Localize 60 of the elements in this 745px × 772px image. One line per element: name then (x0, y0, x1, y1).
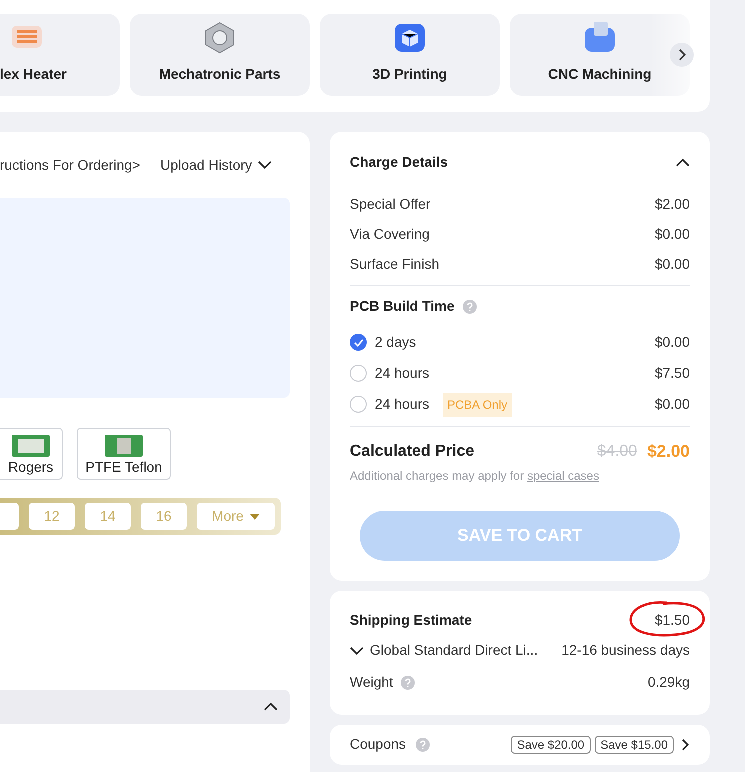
caret-down-icon (250, 514, 260, 520)
collapse-bar[interactable] (0, 690, 290, 724)
section-title: Charge Details (350, 153, 448, 172)
category-tile[interactable]: lex Heater (0, 14, 120, 96)
chevron-down-icon (258, 160, 272, 170)
help-icon (401, 676, 416, 690)
chevron-right-icon (678, 49, 686, 61)
upload-history-dropdown[interactable]: Upload History (160, 154, 272, 176)
shipping-method-dropdown[interactable]: Global Standard Direct Li... (350, 640, 538, 661)
radio-button[interactable] (350, 365, 367, 382)
category-label: lex Heater (0, 65, 67, 84)
charge-value: $2.00 (654, 194, 690, 214)
chevron-button[interactable] (682, 738, 690, 750)
original-price: $4.00 (597, 442, 638, 462)
section-title: Shipping Estimate (350, 611, 472, 630)
category-label: 3D Printing (372, 65, 448, 84)
category-label: Mechatronic Parts (159, 65, 281, 84)
option-price: $7.50 (654, 364, 690, 383)
check-icon (354, 338, 364, 346)
circuit-board-icon (12, 435, 50, 457)
note-text: Additional charges may apply for special cases (350, 468, 600, 484)
price-label: Calculated Price (350, 442, 474, 462)
option-price: $0.00 (654, 395, 690, 414)
radio-button[interactable] (350, 334, 367, 351)
option-label: 24 hours (375, 395, 430, 414)
circuit-board-icon (105, 435, 143, 457)
chevron-up-icon (264, 702, 278, 712)
shipping-price: $1.50 (654, 611, 690, 630)
category-label: CNC Machining (548, 65, 652, 84)
price: $2.00 (647, 441, 690, 463)
weight-label: Weight (350, 673, 394, 692)
option-price: $0.00 (654, 333, 690, 352)
radio-button[interactable] (350, 396, 367, 413)
tag: PCBA Only (443, 392, 512, 416)
option-label: 24 hours (375, 364, 430, 383)
option-label: 2 days (375, 333, 416, 352)
coupon-tag[interactable]: Save $20.00 (511, 736, 591, 754)
thickness-option[interactable] (0, 503, 19, 530)
chevron-up-icon (676, 158, 690, 168)
weight-value: 0.29kg (648, 673, 690, 692)
coupon-tag[interactable]: Save $15.00 (594, 736, 674, 754)
charge-label: Via Covering (350, 224, 430, 244)
collapse-toggle[interactable] (676, 158, 690, 168)
category-tile[interactable]: CNC Machining (510, 14, 690, 96)
charge-label: Surface Finish (350, 254, 440, 274)
chevron-right-icon (682, 738, 690, 750)
help-icon (462, 300, 477, 314)
category-tile[interactable]: Mechatronic Parts (130, 14, 310, 96)
instructions-link[interactable]: ructions For Ordering> (0, 154, 140, 176)
chevron-down-icon (350, 646, 364, 656)
coupons-label: Coupons (350, 735, 406, 754)
charge-value: $0.00 (654, 254, 690, 274)
material-option[interactable]: Rogers (0, 428, 63, 480)
delivery-time: 12-16 business days (562, 641, 690, 660)
material-option[interactable]: PTFE Teflon (77, 428, 171, 480)
section-title: PCB Build Time (350, 297, 455, 316)
charge-value: $0.00 (654, 224, 690, 244)
charge-label: Special Offer (350, 194, 431, 214)
help-icon (416, 738, 430, 752)
category-tile[interactable]: 3D Printing (320, 14, 500, 96)
